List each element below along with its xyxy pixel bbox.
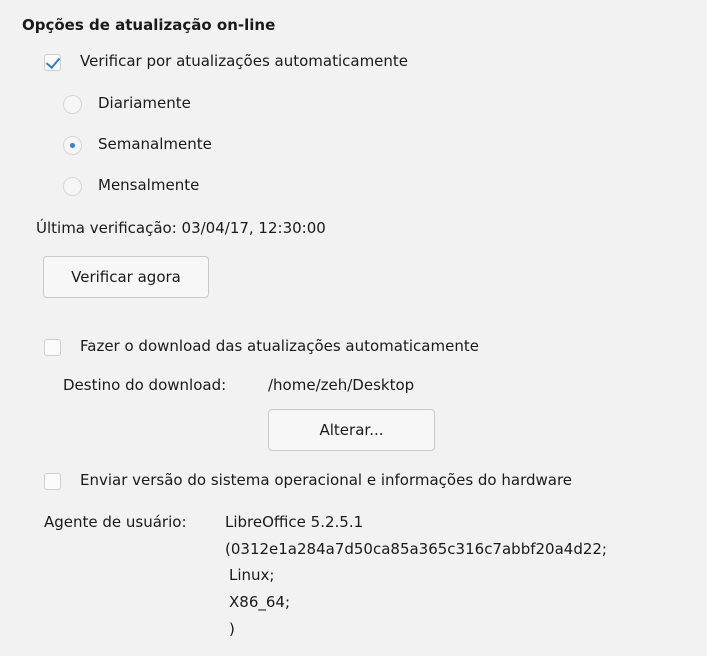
auto-check-label[interactable]: Verificar por atualizações automaticamen… xyxy=(80,52,408,70)
radio-daily-label[interactable]: Diariamente xyxy=(98,94,191,112)
user-agent-line: LibreOffice 5.2.5.1 xyxy=(225,513,364,531)
check-now-button[interactable]: Verificar agora xyxy=(43,256,209,298)
user-agent-label: Agente de usuário: xyxy=(44,513,187,531)
radio-weekly-label[interactable]: Semanalmente xyxy=(98,135,212,153)
auto-download-label[interactable]: Fazer o download das atualizações automa… xyxy=(80,337,479,355)
radio-monthly[interactable] xyxy=(63,177,82,196)
user-agent-line: ) xyxy=(229,620,235,638)
auto-download-checkbox[interactable] xyxy=(44,339,61,356)
user-agent-line: X86_64; xyxy=(229,593,291,611)
radio-monthly-label[interactable]: Mensalmente xyxy=(98,176,199,194)
checkmark-icon xyxy=(45,53,61,70)
window-edge xyxy=(707,0,718,656)
radio-selected-dot xyxy=(70,143,75,148)
radio-daily[interactable] xyxy=(63,95,82,114)
user-agent-line: Linux; xyxy=(229,566,275,584)
section-title: Opções de atualização on-line xyxy=(22,16,276,34)
auto-check-checkbox[interactable] xyxy=(44,53,61,71)
download-destination-label: Destino do download: xyxy=(63,376,227,394)
change-destination-button[interactable]: Alterar... xyxy=(268,409,435,451)
send-os-info-checkbox[interactable] xyxy=(44,473,61,490)
last-check-text: Última verificação: 03/04/17, 12:30:00 xyxy=(36,219,326,237)
user-agent-line: (0312e1a284a7d50ca85a365c316c7abbf20a4d2… xyxy=(225,540,607,558)
radio-weekly[interactable] xyxy=(63,136,82,155)
download-destination-path: /home/zeh/Desktop xyxy=(268,376,415,394)
send-os-info-label[interactable]: Enviar versão do sistema operacional e i… xyxy=(80,471,572,489)
